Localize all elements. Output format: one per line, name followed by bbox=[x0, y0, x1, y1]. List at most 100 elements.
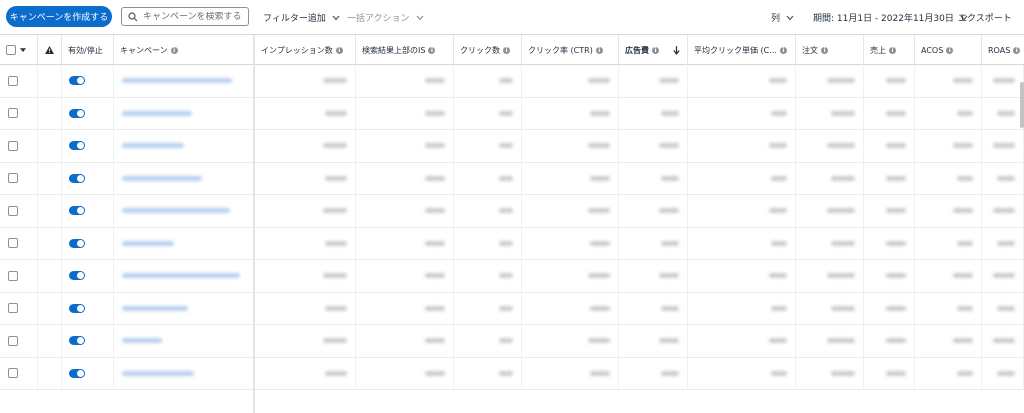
info-icon[interactable]: i bbox=[821, 46, 828, 54]
info-icon[interactable]: i bbox=[335, 46, 343, 54]
active-toggle[interactable] bbox=[69, 368, 85, 378]
campaign-name-link[interactable] bbox=[122, 370, 194, 376]
table-row[interactable] bbox=[0, 130, 1024, 163]
row-checkbox[interactable] bbox=[8, 75, 18, 86]
row-checkbox[interactable] bbox=[8, 303, 18, 314]
table-cell bbox=[114, 130, 255, 162]
table-cell bbox=[38, 292, 62, 324]
table-cell bbox=[864, 227, 915, 259]
header-acos[interactable]: ACOS i bbox=[915, 35, 982, 65]
metric-value bbox=[499, 110, 513, 116]
table-cell bbox=[982, 227, 1024, 259]
vertical-scrollbar[interactable] bbox=[1020, 82, 1024, 128]
info-icon[interactable]: i bbox=[779, 46, 787, 54]
table-row[interactable] bbox=[0, 292, 1024, 325]
row-checkbox[interactable] bbox=[8, 335, 18, 346]
metric-value bbox=[953, 78, 973, 84]
bulk-actions-dropdown[interactable]: 一括アクション bbox=[347, 11, 424, 24]
metric-value bbox=[769, 273, 787, 279]
header-roas[interactable]: ROAS i bbox=[982, 35, 1024, 65]
active-toggle[interactable] bbox=[69, 76, 85, 86]
row-checkbox[interactable] bbox=[8, 270, 18, 281]
select-all-checkbox[interactable] bbox=[6, 45, 16, 55]
table-cell bbox=[454, 357, 522, 389]
campaign-name-link[interactable] bbox=[122, 273, 240, 279]
campaign-name-link[interactable] bbox=[122, 240, 174, 246]
info-icon[interactable]: i bbox=[1013, 46, 1021, 54]
metric-value bbox=[957, 240, 973, 246]
info-icon[interactable]: i bbox=[946, 46, 954, 54]
campaign-name-link[interactable] bbox=[122, 110, 192, 116]
row-checkbox[interactable] bbox=[8, 108, 18, 119]
info-icon[interactable]: i bbox=[503, 46, 510, 54]
table-cell bbox=[454, 227, 522, 259]
row-checkbox[interactable] bbox=[8, 205, 18, 216]
metric-value bbox=[997, 240, 1015, 246]
table-cell bbox=[38, 130, 62, 162]
info-icon[interactable]: i bbox=[595, 46, 603, 54]
info-icon[interactable]: i bbox=[889, 46, 896, 54]
header-spend[interactable]: 広告費 i bbox=[619, 35, 688, 65]
arrow-down-icon[interactable] bbox=[673, 45, 680, 55]
metric-value bbox=[769, 78, 787, 84]
date-range-dropdown[interactable]: 期間: 11月1日 - 2022年11月30日 bbox=[813, 11, 968, 24]
campaign-name-link[interactable] bbox=[122, 143, 184, 149]
metric-value bbox=[425, 143, 445, 149]
campaign-name-link[interactable] bbox=[122, 175, 202, 181]
search-input[interactable] bbox=[143, 11, 243, 22]
columns-dropdown[interactable]: 列 bbox=[771, 11, 794, 24]
header-top-is[interactable]: 検索結果上部のIS i bbox=[356, 35, 454, 65]
row-checkbox[interactable] bbox=[8, 140, 18, 151]
header-ctr[interactable]: クリック率 (CTR) i bbox=[522, 35, 619, 65]
add-filter-dropdown[interactable]: フィルター追加 bbox=[263, 11, 340, 24]
header-clicks[interactable]: クリック数 i bbox=[454, 35, 522, 65]
table-cell bbox=[522, 162, 619, 194]
metric-value bbox=[590, 240, 610, 246]
info-icon[interactable]: i bbox=[652, 46, 659, 54]
row-checkbox[interactable] bbox=[8, 238, 18, 249]
table-row[interactable] bbox=[0, 65, 1024, 98]
info-icon[interactable]: i bbox=[428, 46, 436, 54]
active-toggle[interactable] bbox=[69, 141, 85, 151]
header-campaign-label: キャンペーン bbox=[120, 45, 168, 55]
create-campaign-button[interactable]: キャンペーンを作成する bbox=[6, 6, 112, 27]
search-field[interactable] bbox=[121, 7, 249, 26]
header-impressions[interactable]: インプレッション数 i bbox=[255, 35, 356, 65]
table-row[interactable] bbox=[0, 357, 1024, 390]
campaign-name-link[interactable] bbox=[122, 208, 230, 214]
active-toggle[interactable] bbox=[69, 238, 85, 248]
metric-value bbox=[997, 305, 1015, 311]
metric-value bbox=[886, 208, 906, 214]
header-campaign[interactable]: キャンペーン i bbox=[114, 35, 255, 65]
header-cpc[interactable]: 平均クリック単価 (C... i bbox=[688, 35, 796, 65]
chevron-down-icon[interactable] bbox=[20, 47, 26, 53]
campaign-name-link[interactable] bbox=[122, 305, 188, 311]
active-toggle[interactable] bbox=[69, 206, 85, 216]
active-toggle[interactable] bbox=[69, 108, 85, 118]
select-all-cell[interactable] bbox=[0, 35, 38, 65]
active-toggle[interactable] bbox=[69, 336, 85, 346]
table-cell bbox=[864, 162, 915, 194]
metric-value bbox=[325, 240, 347, 246]
table-row[interactable] bbox=[0, 325, 1024, 358]
header-sales[interactable]: 売上 i bbox=[864, 35, 915, 65]
table-cell bbox=[619, 195, 688, 227]
table-row[interactable] bbox=[0, 162, 1024, 195]
campaign-name-link[interactable] bbox=[122, 338, 162, 344]
table-cell bbox=[356, 130, 454, 162]
table-row[interactable] bbox=[0, 260, 1024, 293]
info-icon[interactable]: i bbox=[170, 46, 178, 54]
row-checkbox[interactable] bbox=[8, 173, 18, 184]
table-cell bbox=[915, 357, 982, 389]
export-button[interactable]: エクスポート bbox=[958, 11, 1012, 24]
header-orders[interactable]: 注文 i bbox=[796, 35, 864, 65]
row-checkbox[interactable] bbox=[8, 368, 18, 379]
active-toggle[interactable] bbox=[69, 271, 85, 281]
metric-value bbox=[425, 110, 445, 116]
campaign-name-link[interactable] bbox=[122, 78, 232, 84]
active-toggle[interactable] bbox=[69, 303, 85, 313]
table-row[interactable] bbox=[0, 227, 1024, 260]
active-toggle[interactable] bbox=[69, 173, 85, 183]
table-row[interactable] bbox=[0, 195, 1024, 228]
table-row[interactable] bbox=[0, 97, 1024, 130]
